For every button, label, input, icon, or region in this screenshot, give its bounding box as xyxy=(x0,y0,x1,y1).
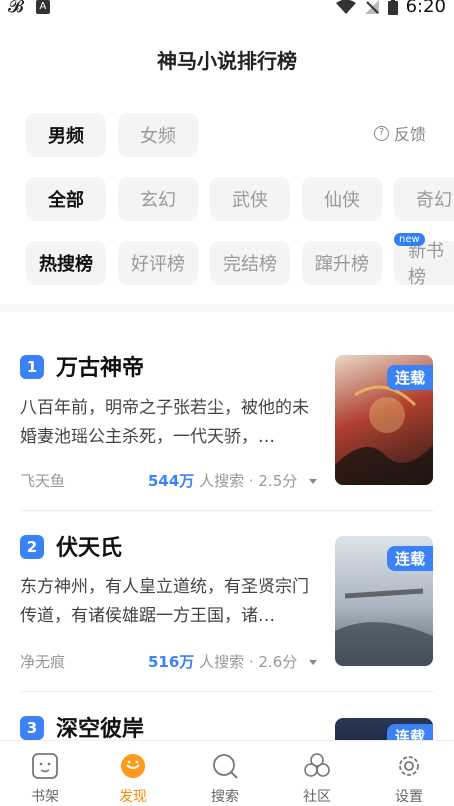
tab-bookshelf[interactable]: 书架 xyxy=(0,741,90,806)
tab-label: 社区 xyxy=(303,789,331,805)
feedback-button[interactable]: ? 反馈 xyxy=(374,121,426,145)
tab-label: 搜索 xyxy=(211,789,239,805)
item-divider xyxy=(20,510,434,511)
genre-xuanhuan[interactable]: 玄幻 xyxy=(118,177,198,221)
book-title: 伏天氏 xyxy=(56,536,123,561)
tab-label: 设置 xyxy=(395,789,423,805)
book-author: 飞天鱼 xyxy=(20,472,66,490)
genre-label: 武侠 xyxy=(232,190,268,211)
settings-icon xyxy=(399,756,419,776)
status-time: 6:20 xyxy=(405,0,446,17)
item-divider xyxy=(20,691,434,692)
tab-search[interactable]: 搜索 xyxy=(180,741,270,806)
book-author: 净无痕 xyxy=(20,653,66,671)
wifi-icon xyxy=(335,0,356,14)
genre-xianxia[interactable]: 仙侠 xyxy=(302,177,382,221)
tab-label: 书架 xyxy=(31,789,59,805)
book-stats: 544万 人搜索 · 2.5分 xyxy=(148,470,318,491)
book-title: 深空彼岸 xyxy=(56,717,145,742)
book-title: 万古神帝 xyxy=(56,356,145,381)
filter-female[interactable]: 女频 xyxy=(118,113,198,157)
new-badge: new xyxy=(394,233,425,246)
list-new[interactable]: new 新书榜 xyxy=(394,233,454,288)
chevron-down-icon[interactable] xyxy=(309,660,318,665)
signal-icon xyxy=(364,0,379,14)
status-bar: 𝓑 A 6:20 xyxy=(0,0,454,20)
list-label: 完结榜 xyxy=(223,254,277,275)
book-description: 东方神州，有人皇立道统，有圣贤宗门传道，有诸侯雄踞一方王国，诸… xyxy=(20,577,309,626)
discover-icon xyxy=(121,754,145,778)
tab-settings[interactable]: 设置 xyxy=(364,741,454,806)
genre-qihuan[interactable]: 奇幻 xyxy=(394,177,454,221)
list-label: 热搜榜 xyxy=(39,254,93,275)
list-rising[interactable]: 蹿升榜 xyxy=(302,241,382,285)
genre-label: 玄幻 xyxy=(140,190,176,211)
rank-badge: 2 xyxy=(20,535,44,559)
filter-female-label: 女频 xyxy=(140,126,176,147)
tab-discover[interactable]: 发现 xyxy=(88,741,178,806)
book-cover[interactable]: 连载 xyxy=(335,355,433,485)
bookshelf-icon xyxy=(32,753,58,779)
list-label: 蹿升榜 xyxy=(315,254,369,275)
rank-badge: 1 xyxy=(20,355,44,379)
community-icon xyxy=(304,753,330,777)
genre-label: 奇幻 xyxy=(416,190,452,211)
book-cover[interactable]: 连载 xyxy=(335,536,433,666)
book-stats: 516万 人搜索 · 2.6分 xyxy=(148,651,318,672)
tab-community[interactable]: 社区 xyxy=(272,741,362,806)
bird-icon: 𝓑 xyxy=(8,0,24,17)
tab-label: 发现 xyxy=(119,789,147,805)
list-good[interactable]: 好评榜 xyxy=(118,241,198,285)
genre-label: 仙侠 xyxy=(324,190,360,211)
battery-icon xyxy=(387,0,398,15)
genre-wuxia[interactable]: 武侠 xyxy=(210,177,290,221)
chevron-down-icon[interactable] xyxy=(309,479,318,484)
filter-male[interactable]: 男频 xyxy=(26,113,106,157)
search-count: 516万 xyxy=(148,653,195,671)
list-label: 好评榜 xyxy=(131,254,185,275)
genre-label: 全部 xyxy=(48,190,84,211)
status-tag: 连载 xyxy=(386,365,433,390)
question-circle-icon: ? xyxy=(374,125,389,141)
bottom-tab-bar: 书架 发现 搜索 社区 设置 xyxy=(0,740,454,806)
book-description: 八百年前，明帝之子张若尘，被他的未婚妻池瑶公主杀死，一代天骄，… xyxy=(20,398,309,447)
a-icon: A xyxy=(35,0,50,14)
feedback-label: 反馈 xyxy=(394,125,427,144)
search-icon xyxy=(213,754,238,779)
section-divider xyxy=(0,304,454,312)
filter-male-label: 男频 xyxy=(48,126,84,147)
page-title: 神马小说排行榜 xyxy=(157,49,297,73)
rank-badge: 3 xyxy=(20,716,44,740)
genre-all[interactable]: 全部 xyxy=(26,177,106,221)
stats-suffix: 人搜索 · 2.5分 xyxy=(194,472,298,490)
list-finished[interactable]: 完结榜 xyxy=(210,241,290,285)
list-hot[interactable]: 热搜榜 xyxy=(26,241,106,285)
search-count: 544万 xyxy=(148,472,195,490)
status-tag: 连载 xyxy=(386,546,433,571)
stats-suffix: 人搜索 · 2.6分 xyxy=(194,653,298,671)
